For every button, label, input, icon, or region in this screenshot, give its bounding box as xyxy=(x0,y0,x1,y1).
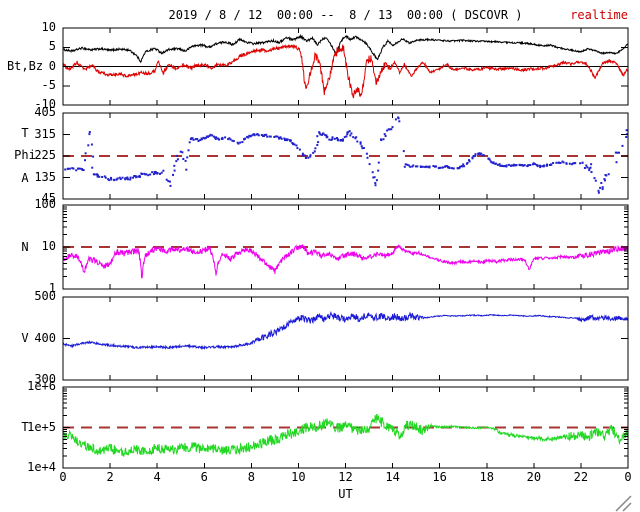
x-tick-label: 18 xyxy=(479,470,494,484)
y-tick-label: 0 xyxy=(48,58,56,73)
x-tick-label: 16 xyxy=(432,470,447,484)
y-tick-label: 1e+5 xyxy=(27,419,56,434)
y-tick-label: 400 xyxy=(34,330,56,345)
x-tick-label: 10 xyxy=(291,470,306,484)
y-tick-label: 500 xyxy=(34,289,56,303)
y-tick-label: 100 xyxy=(34,197,56,211)
y-tick-label: 5 xyxy=(48,39,56,54)
y-tick-label: 1e+4 xyxy=(27,460,56,474)
y-tick-label: 225 xyxy=(34,148,56,162)
y-tick-label: -5 xyxy=(41,77,56,92)
x-tick-label: 2 xyxy=(106,470,114,484)
x-tick-label: 0 xyxy=(624,470,632,484)
dscovr-solar-wind-plot: 2019 / 8 / 12 00:00 -- 8 / 13 00:00 ( DS… xyxy=(0,0,640,512)
x-tick-label: 0 xyxy=(59,470,67,484)
x-tick-label: 4 xyxy=(153,470,161,484)
y-tick-label: 10 xyxy=(41,239,56,253)
y-tick-label: 10 xyxy=(41,20,56,34)
plot-canvas xyxy=(62,27,629,469)
x-tick-label: 12 xyxy=(338,470,353,484)
resize-handle-icon[interactable] xyxy=(612,492,636,512)
y-tick-label: 135 xyxy=(34,169,56,184)
x-tick-label: 22 xyxy=(573,470,589,484)
y-tick-label: 315 xyxy=(34,126,56,141)
x-tick-label: 6 xyxy=(200,470,208,484)
x-tick-label: 8 xyxy=(247,470,255,484)
x-tick-label: 14 xyxy=(385,470,400,484)
y-tick-label: 405 xyxy=(34,105,56,119)
y-tick-label: 1e+6 xyxy=(27,379,56,393)
x-tick-label: 20 xyxy=(526,470,542,484)
